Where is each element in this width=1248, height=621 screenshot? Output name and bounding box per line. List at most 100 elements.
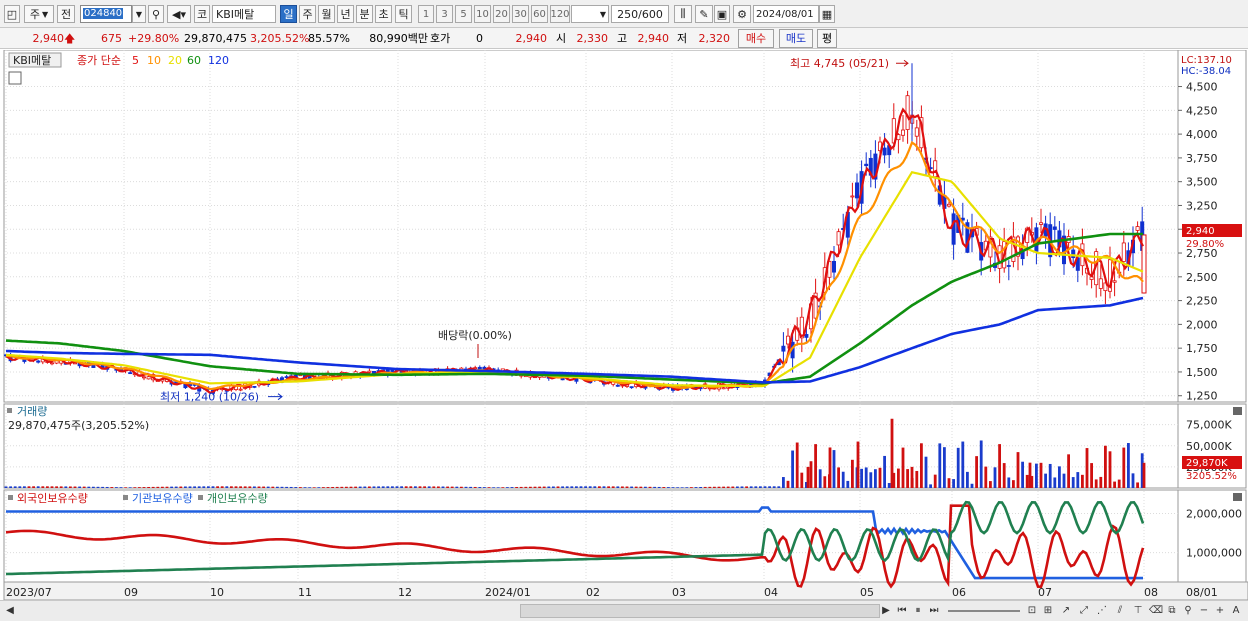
fib-tool-icon[interactable]: ⋰ [1094, 603, 1110, 619]
channel-tool-icon[interactable]: ⫽ [1112, 603, 1128, 619]
volume-bar [432, 486, 436, 488]
chart-scrollbar[interactable]: ◀ ▶ ⏮ ⏸ ⏭ ⊡ ⊞ ↗ ⤢ ⋰ ⫽ ⊤ ⌫ ⧉ ⚲ − + A [0, 600, 1248, 621]
volume-bar [1012, 480, 1015, 488]
volume-bar [818, 469, 822, 488]
stock-code-input[interactable]: 024840 [80, 5, 132, 23]
interval-button-0[interactable]: 1 [418, 5, 434, 23]
prev-button[interactable]: 전 [57, 5, 75, 23]
volume-bar [234, 486, 238, 488]
interval-button-4[interactable]: 20 [493, 5, 510, 23]
gear-icon[interactable]: ⚙ [733, 5, 751, 23]
volume-bar [731, 486, 735, 488]
volume-bar [87, 486, 91, 488]
volume-bar [869, 472, 873, 488]
interval-button-5[interactable]: 30 [512, 5, 529, 23]
interval-button-7[interactable]: 120 [550, 5, 570, 23]
period-button-6[interactable]: 틱 [395, 5, 412, 23]
font-size-icon[interactable]: A [1228, 603, 1244, 619]
scroll-thumb[interactable] [520, 604, 880, 618]
volume-bar [956, 447, 960, 488]
volume-bar [506, 487, 509, 488]
crosshair-icon[interactable]: ⊡ [1024, 603, 1040, 619]
volume-bar [510, 487, 514, 488]
volume-bar [966, 471, 969, 488]
hoga-value: 0 [476, 32, 483, 45]
volume-bar [1085, 448, 1089, 488]
volume-bar [202, 486, 206, 488]
zoom-slider[interactable] [948, 610, 1020, 612]
erase-icon[interactable]: ⌫ [1148, 603, 1164, 619]
candle-body [951, 213, 956, 245]
volume-bar [349, 486, 353, 488]
candle-body [1098, 278, 1103, 289]
volume-bar [243, 486, 247, 488]
volume-bar [699, 486, 702, 488]
period-button-5[interactable]: 초 [375, 5, 392, 23]
volume-bar [381, 486, 385, 488]
count-field[interactable]: 250/600 [611, 5, 669, 23]
trade-amount: 80,990백만 [369, 32, 428, 45]
volume-bar [717, 486, 721, 488]
speaker-icon[interactable]: ◀▾ [167, 5, 191, 23]
interval-button-1[interactable]: 3 [436, 5, 453, 23]
sell-button[interactable]: 매도 [779, 29, 813, 48]
volume-bar [989, 481, 992, 488]
minus-icon[interactable]: − [1196, 603, 1212, 619]
scroll-left-icon[interactable]: ◀ [2, 603, 18, 619]
volume-bar [736, 486, 739, 488]
interval-button-3[interactable]: 10 [474, 5, 491, 23]
buy-button[interactable]: 매수 [738, 29, 774, 48]
save-icon[interactable]: ▣ [714, 5, 730, 23]
candle-icon[interactable]: ⫼ [674, 5, 692, 23]
search-icon[interactable]: ⚲ [148, 5, 164, 23]
price-change-pct: +29.80% [128, 32, 180, 45]
volume-bar [437, 486, 440, 488]
volume-bar [621, 486, 624, 488]
period-button-3[interactable]: 년 [337, 5, 354, 23]
volume-bar [800, 472, 804, 488]
volume-bar [584, 486, 587, 488]
volume-bar [92, 486, 95, 488]
turnover-pct: 85.57% [308, 32, 350, 45]
line-tool-icon[interactable]: ↗ [1058, 603, 1074, 619]
volume-bar [1053, 477, 1057, 488]
pause-icon[interactable]: ⏸ [910, 603, 926, 619]
calendar-icon[interactable]: ▦ [819, 5, 835, 23]
layout-icon[interactable]: ◰ [4, 5, 20, 23]
chart-svg[interactable]: 4,5004,2504,0003,7503,5003,2503,0002,750… [0, 49, 1248, 601]
date-field[interactable]: 2024/08/01 [753, 5, 819, 23]
volume-bar [588, 486, 592, 488]
chart-area[interactable]: 4,5004,2504,0003,7503,5003,2503,0002,750… [0, 49, 1248, 601]
y-tick-label: 2,250 [1186, 295, 1218, 308]
toolbar: ◰ 주 ▼ 전 024840 ▼ ⚲ ◀▾ 코 KBI메탈 일주월년분초틱 135… [0, 0, 1248, 28]
volume-bar [1076, 472, 1080, 488]
candle-body [1121, 242, 1126, 262]
interval-button-6[interactable]: 60 [531, 5, 548, 23]
draw-icon[interactable]: ✎ [695, 5, 713, 23]
rewind-icon[interactable]: ⏮ [894, 603, 910, 619]
scroll-right-icon[interactable]: ▶ [878, 603, 894, 619]
plus-icon[interactable]: + [1212, 603, 1228, 619]
interval-button-2[interactable]: 5 [455, 5, 472, 23]
period-button-4[interactable]: 분 [356, 5, 373, 23]
period-button-0[interactable]: 일 [280, 5, 297, 23]
stock-name-field[interactable]: KBI메탈 [212, 5, 276, 23]
chevron-down-icon: ▼ [599, 9, 606, 19]
forward-icon[interactable]: ⏭ [926, 603, 942, 619]
candle-body [914, 127, 919, 137]
volume-bar [726, 486, 730, 488]
chevron-down-icon[interactable]: ▼ [132, 5, 146, 23]
zoom-icon[interactable]: ⚲ [1180, 603, 1196, 619]
copy-icon[interactable]: ⧉ [1164, 603, 1180, 619]
period-button-2[interactable]: 월 [318, 5, 335, 23]
chevron-down-icon: ▼ [41, 9, 49, 19]
trend-tool-icon[interactable]: ⤢ [1076, 603, 1092, 619]
period-button-1[interactable]: 주 [299, 5, 316, 23]
eval-button[interactable]: 평 [817, 29, 837, 48]
grid-icon[interactable]: ⊞ [1040, 603, 1056, 619]
text-tool-icon[interactable]: ⊤ [1130, 603, 1146, 619]
volume-bar [216, 486, 219, 488]
interval-select[interactable]: ▼ [571, 5, 609, 23]
volume-bar [542, 486, 546, 488]
period-select[interactable]: 주 ▼ [24, 5, 54, 23]
